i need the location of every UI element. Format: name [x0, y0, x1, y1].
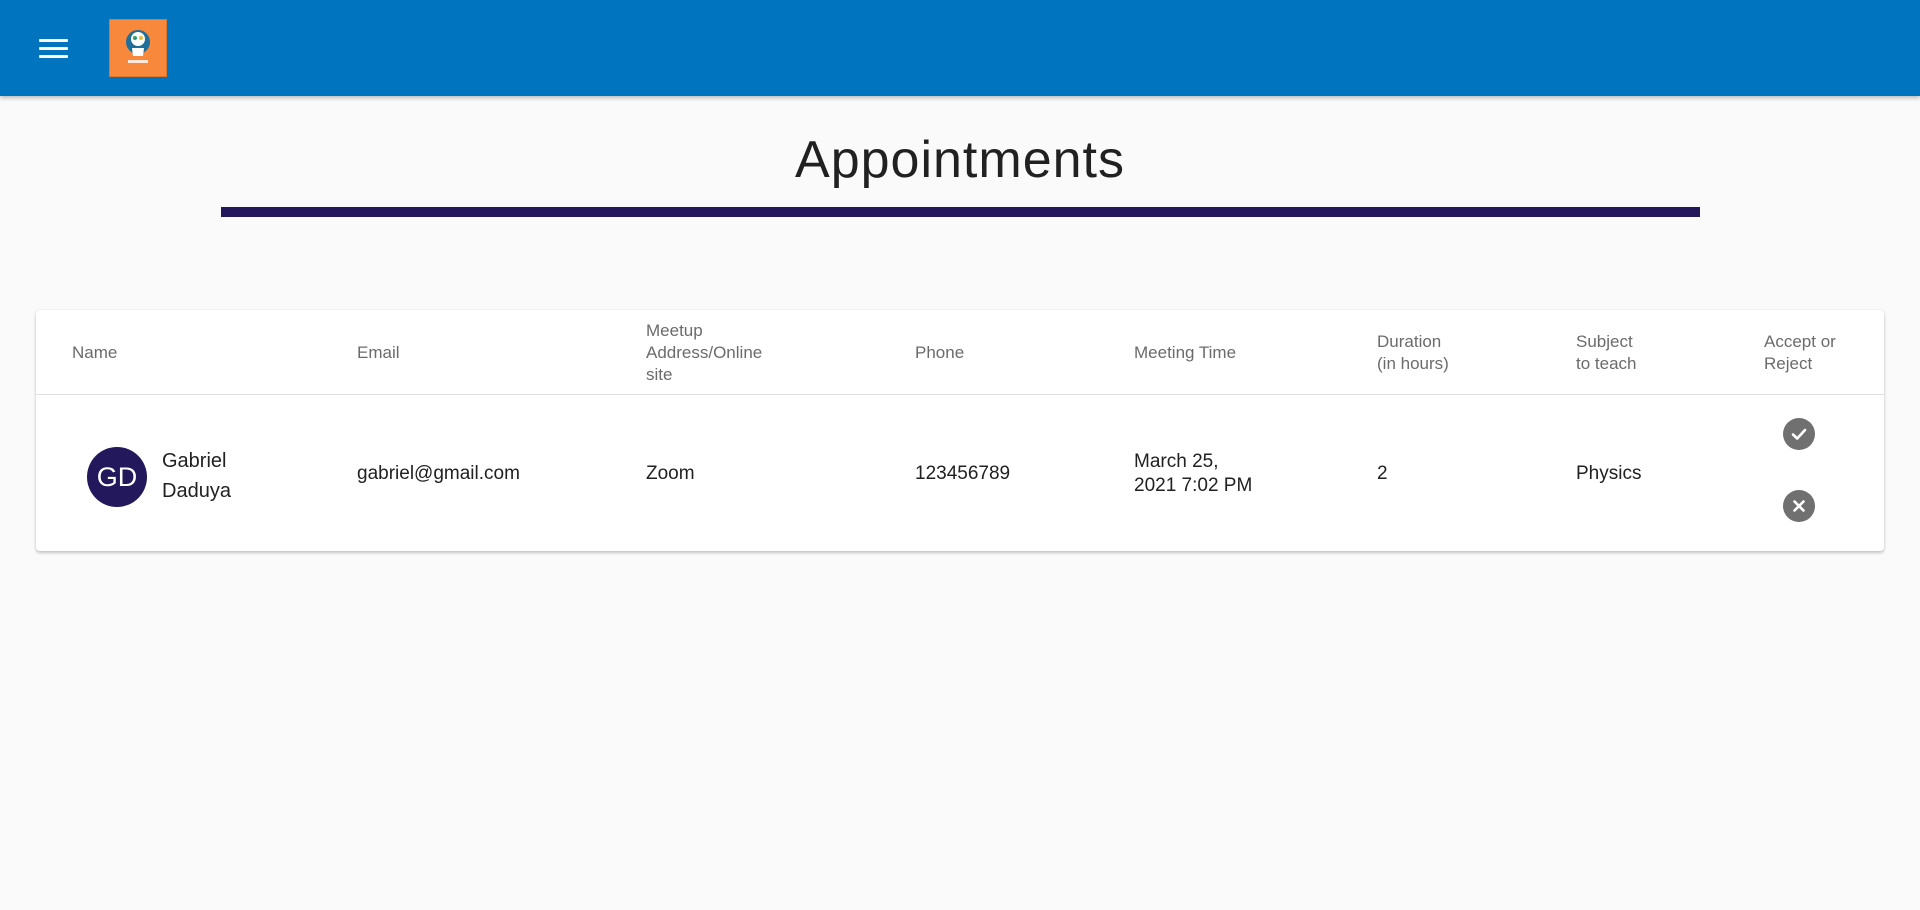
table-header: Name Email Meetup Address/Online site Ph…	[36, 310, 1884, 395]
check-circle-icon	[1791, 428, 1807, 440]
column-header-address: Meetup Address/Online site	[646, 320, 763, 384]
appointment-name: Gabriel Daduya	[162, 450, 231, 502]
appointment-meeting-time: March 25, 2021 7:02 PM	[1134, 450, 1253, 496]
accept-button[interactable]	[1783, 418, 1815, 450]
column-header-email: Email	[357, 342, 400, 362]
column-header-duration: Duration (in hours)	[1377, 331, 1449, 373]
appointment-email: gabriel@gmail.com	[357, 462, 520, 484]
avatar: GD	[87, 447, 147, 507]
appointment-address: Zoom	[646, 462, 695, 484]
appointment-duration: 2	[1377, 462, 1388, 484]
appointment-phone: 123456789	[915, 462, 1011, 484]
column-header-phone: Phone	[915, 342, 965, 362]
menu-button[interactable]	[32, 27, 74, 69]
column-header-actions: Accept or Reject	[1764, 331, 1836, 373]
page-title: Appointments	[795, 131, 1125, 189]
appointment-subject: Physics	[1576, 462, 1642, 484]
app-bar	[0, 0, 1920, 96]
hamburger-menu-icon	[38, 38, 68, 42]
column-header-meeting-time: Meeting Time	[1134, 342, 1237, 362]
brain-logo-icon[interactable]	[109, 19, 167, 77]
title-divider	[221, 207, 1700, 217]
appointments-table: Name Email Meetup Address/Online site Ph…	[36, 310, 1884, 551]
column-header-name: Name	[72, 342, 118, 362]
table-row: GD Gabriel Daduya gabriel@gmail.com Zoom…	[36, 396, 1884, 551]
cancel-circle-icon	[1793, 500, 1805, 512]
column-header-subject: Subject to teach	[1576, 331, 1637, 373]
reject-button[interactable]	[1783, 490, 1815, 522]
